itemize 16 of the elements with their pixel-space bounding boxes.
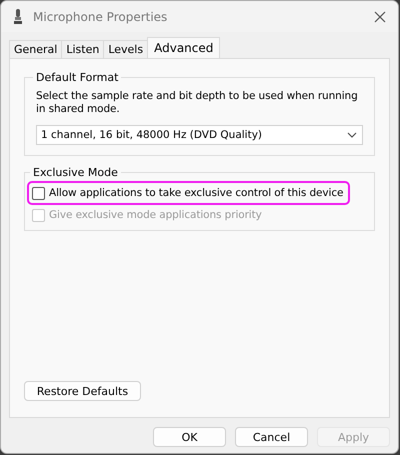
close-icon[interactable] — [374, 10, 386, 22]
description-text: Select the sample rate and bit depth to be used when running in shared mode. — [36, 90, 359, 116]
window-title: Microphone Properties — [33, 10, 168, 24]
format-dropdown[interactable]: 1 channel, 16 bit, 48000 Hz (DVD Quality) — [36, 125, 363, 145]
dialog-button[interactable]: Cancel — [235, 427, 308, 447]
group-title: Default Format — [35, 71, 120, 84]
dialog-button[interactable]: OK — [153, 427, 226, 447]
microphone-icon — [13, 8, 23, 24]
chevron-down-icon — [347, 132, 357, 138]
tab[interactable]: General — [9, 40, 62, 58]
tab[interactable]: Advanced — [147, 37, 220, 58]
checkbox[interactable] — [32, 186, 45, 200]
checkbox-label: Give exclusive mode applications priority — [49, 209, 262, 221]
group-title: Exclusive Mode — [32, 166, 119, 179]
checkbox-label: Allow applications to take exclusive control of this device — [49, 187, 344, 199]
restore-defaults-button[interactable]: Restore Defaults — [24, 381, 141, 401]
